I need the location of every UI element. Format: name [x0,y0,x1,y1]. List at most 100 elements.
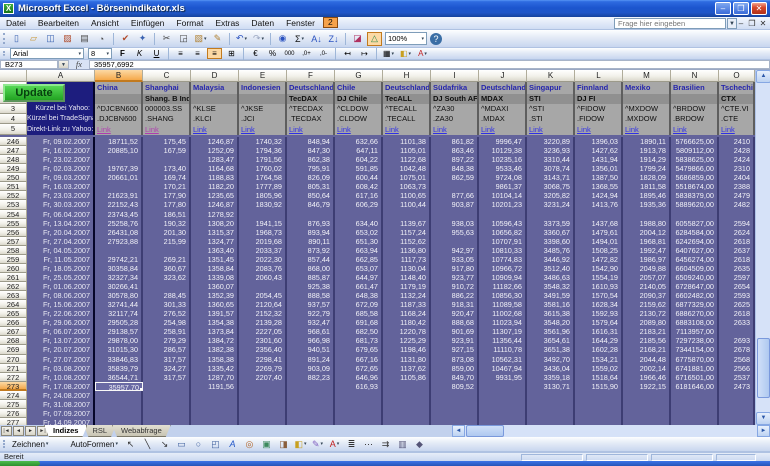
date-cell[interactable]: Fr, 04.05.2007 [27,246,95,255]
yahoo-link-G[interactable]: Link [335,124,383,135]
cell[interactable] [287,400,335,409]
cell[interactable]: 3143,71 [527,173,575,182]
date-cell[interactable]: Fr, 30.03.2007 [27,200,95,209]
yahoo-link-D[interactable]: Link [191,124,239,135]
cell[interactable]: 644,97 [335,273,383,282]
vertical-scroll-thumb[interactable] [757,338,770,398]
cell[interactable]: 1358,84 [191,264,239,273]
increase-decimal-icon[interactable]: ,0+ [299,48,314,59]
row-header-254[interactable]: 254 [0,210,27,219]
cell[interactable]: 175,45 [143,137,191,146]
date-cell[interactable]: Fr, 27.04.2007 [27,237,95,246]
cell[interactable]: 691,68 [335,318,383,327]
cell[interactable]: 1246,87 [191,200,239,209]
cell[interactable] [527,391,575,400]
start-button-fragment[interactable] [0,461,40,466]
row-header-273[interactable]: 273 [0,382,27,391]
help-icon[interactable]: ? [430,33,442,45]
cell[interactable] [623,400,671,409]
cell[interactable]: 1356,01 [575,164,623,173]
cell[interactable]: 10707,91 [479,237,527,246]
cell[interactable]: 917,80 [431,264,479,273]
cell[interactable]: 1941,15 [239,219,287,228]
cell[interactable]: 6883108,00 [671,318,719,327]
cell[interactable]: 2185,56 [623,336,671,345]
cell[interactable]: 23743,45 [95,210,143,219]
cell[interactable]: 3561,96 [527,327,575,336]
cell[interactable]: 1610,93 [575,282,623,291]
cell[interactable] [671,400,719,409]
menu-fenster[interactable]: Fenster [280,17,321,29]
cell[interactable]: 5838379,00 [671,191,719,200]
new-icon[interactable]: ▯ [9,32,24,46]
date-cell[interactable]: Fr, 16.02.2007 [27,146,95,155]
previous-sheet-icon[interactable]: ◄ [13,426,24,436]
3d-icon[interactable]: ◆ [412,437,427,451]
cell[interactable]: 1148,40 [383,273,431,282]
cell[interactable] [143,400,191,409]
cell[interactable]: 286,57 [143,345,191,354]
row-header-249[interactable]: 249 [0,164,27,173]
cell[interactable]: 19767,39 [95,164,143,173]
column-header-E[interactable]: E [239,70,287,82]
cell[interactable]: 923,91 [431,336,479,345]
cell[interactable]: 859,00 [431,364,479,373]
cell[interactable]: 3485,76 [527,246,575,255]
cell[interactable]: 634,40 [335,219,383,228]
cell[interactable]: 6775870,00 [671,355,719,364]
cell[interactable]: 33846,83 [95,355,143,364]
cell[interactable]: 3359,18 [527,373,575,382]
minimize-button[interactable]: – [715,2,731,15]
cell[interactable]: 6877329,00 [671,300,719,309]
cell[interactable]: 681,73 [335,336,383,345]
menu-ansicht[interactable]: Ansicht [85,17,125,29]
cell[interactable]: 862,59 [431,173,479,182]
cell[interactable]: 672,09 [335,300,383,309]
date-cell[interactable]: Fr, 11.05.2007 [27,255,95,264]
cell[interactable] [239,382,287,391]
cell[interactable]: 11023,94 [479,318,527,327]
cell[interactable]: 1246,87 [191,137,239,146]
cell[interactable]: 31015,30 [95,345,143,354]
cell[interactable]: 3548,32 [527,282,575,291]
cell[interactable] [287,409,335,418]
cell[interactable]: 923,77 [431,273,479,282]
cell[interactable]: 258,91 [143,327,191,336]
cell[interactable]: 30578,80 [95,291,143,300]
row-header-255[interactable]: 255 [0,219,27,228]
cell[interactable]: 2637 [719,246,755,255]
cell[interactable]: 323,62 [143,273,191,282]
cell[interactable]: 3615,38 [527,309,575,318]
cell[interactable]: 955,63 [431,228,479,237]
cell[interactable]: 1895,46 [623,191,671,200]
cell[interactable] [575,409,623,418]
cell[interactable]: 2004,12 [623,228,671,237]
cell[interactable]: 1966,46 [623,373,671,382]
date-cell[interactable]: Fr, 17.08.2007 [27,382,95,391]
cell[interactable]: 966,98 [287,336,335,345]
cell[interactable]: 2537 [719,373,755,382]
cell[interactable]: 3360,67 [527,228,575,237]
cell[interactable]: 1324,77 [191,237,239,246]
yahoo-link-E[interactable]: Link [239,124,287,135]
cell[interactable]: 279,29 [143,336,191,345]
cell[interactable]: 1479,61 [575,228,623,237]
cell[interactable]: 850,64 [287,191,335,200]
cell[interactable]: 1764,58 [239,173,287,182]
cell[interactable]: 882,23 [287,373,335,382]
cell[interactable]: 2597 [719,273,755,282]
horizontal-scroll-thumb[interactable] [466,425,504,437]
cell[interactable]: 2140,05 [623,282,671,291]
cell[interactable]: 1363,40 [191,246,239,255]
cell[interactable]: 2044,48 [623,355,671,364]
cell[interactable]: 6728647,00 [671,282,719,291]
cell[interactable]: 847,30 [287,146,335,155]
row-header-264[interactable]: 264 [0,300,27,309]
cell[interactable]: 591,85 [335,164,383,173]
align-center-icon[interactable]: ≡ [190,48,205,59]
cell[interactable]: 1992,47 [623,246,671,255]
diagram-icon[interactable]: ◎ [242,437,257,451]
cell[interactable] [335,391,383,400]
cell[interactable]: 254,98 [143,318,191,327]
zoom-combobox[interactable]: 100%▾ [385,32,427,45]
